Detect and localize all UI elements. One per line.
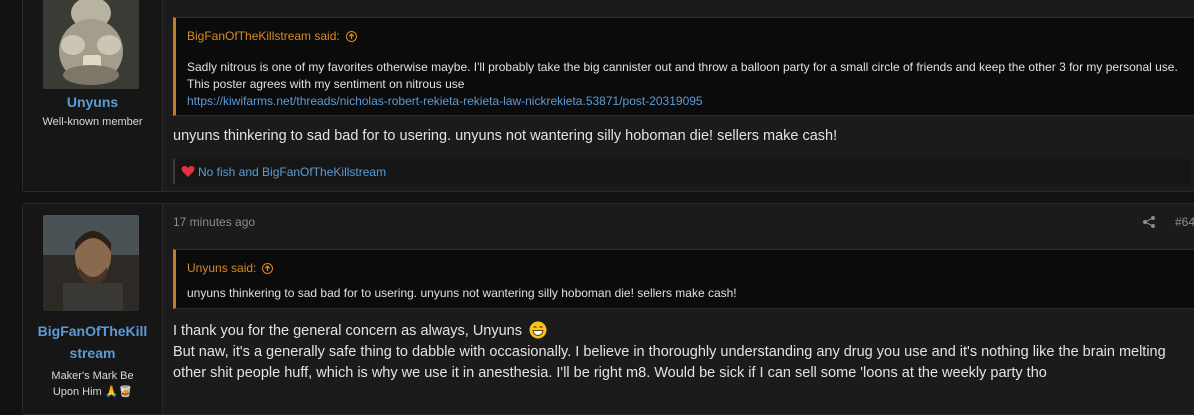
message-line: I thank you for the general concern as a…	[173, 321, 1183, 342]
user-title-line: Maker's Mark Be	[51, 370, 134, 382]
arrow-up-circle-icon[interactable]	[262, 262, 274, 274]
message-paragraph: But naw, it's a generally safe thing to …	[173, 344, 1166, 381]
reactions-bar[interactable]: No fish and BigFanOfTheKillstream	[173, 159, 1191, 184]
quote-content: Sadly nitrous is one of my favorites oth…	[187, 59, 1178, 110]
message-text: I thank you for the general concern as a…	[173, 323, 522, 339]
avatar[interactable]	[43, 215, 139, 311]
post: Unyuns Well-known member BigFanOfTheKill…	[22, 0, 1194, 192]
user-title: Well-known member	[42, 116, 143, 128]
user-title-line: Upon Him 🙏🥃	[23, 384, 162, 400]
quote-block: BigFanOfTheKillstream said: Sadly nitrou…	[173, 17, 1194, 116]
post-time[interactable]: 17 minutes ago	[173, 215, 255, 229]
share-icon[interactable]	[1142, 215, 1156, 229]
grin-emoji-icon	[529, 321, 547, 339]
heart-icon	[181, 166, 195, 177]
user-sidebar: Unyuns Well-known member	[23, 0, 163, 191]
post-message: I thank you for the general concern as a…	[173, 321, 1183, 384]
user-title: Maker's Mark Be Upon Him 🙏🥃	[23, 368, 162, 400]
username-line[interactable]: BigFanOfTheKill	[23, 320, 162, 342]
username[interactable]: BigFanOfTheKill stream	[23, 320, 162, 364]
post-message: unyuns thinkering to sad bad for to user…	[173, 128, 838, 144]
quote-block: Unyuns said: unyuns thinkering to sad ba…	[173, 249, 1194, 309]
praying-hands-icon: 🙏	[104, 386, 119, 398]
post-number[interactable]: #64	[1175, 215, 1194, 229]
post-meta: 17 minutes ago #64	[173, 215, 1194, 231]
quote-author[interactable]: Unyuns said:	[187, 261, 256, 275]
quote-text: Sadly nitrous is one of my favorites oth…	[187, 60, 1178, 91]
user-title-text: Upon Him	[52, 386, 102, 398]
avatar[interactable]	[43, 0, 139, 89]
post-main: BigFanOfTheKillstream said: Sadly nitrou…	[173, 0, 1194, 191]
quote-header[interactable]: Unyuns said:	[187, 261, 274, 275]
quote-link[interactable]: https://kiwifarms.net/threads/nicholas-r…	[187, 93, 1178, 110]
username-line[interactable]: stream	[23, 342, 162, 364]
reactions-text[interactable]: No fish and BigFanOfTheKillstream	[198, 165, 386, 179]
quote-header[interactable]: BigFanOfTheKillstream said:	[187, 29, 357, 43]
whiskey-glass-icon: 🥃	[118, 386, 133, 398]
user-sidebar: BigFanOfTheKill stream Maker's Mark Be U…	[23, 204, 163, 414]
quote-author[interactable]: BigFanOfTheKillstream said:	[187, 29, 340, 43]
arrow-up-circle-icon[interactable]	[345, 30, 357, 42]
quote-content: unyuns thinkering to sad bad for to user…	[187, 286, 737, 300]
post-main: 17 minutes ago #64 Unyuns said: unyuns t…	[173, 204, 1194, 414]
username[interactable]: Unyuns	[23, 91, 162, 113]
post: BigFanOfTheKill stream Maker's Mark Be U…	[22, 203, 1194, 415]
